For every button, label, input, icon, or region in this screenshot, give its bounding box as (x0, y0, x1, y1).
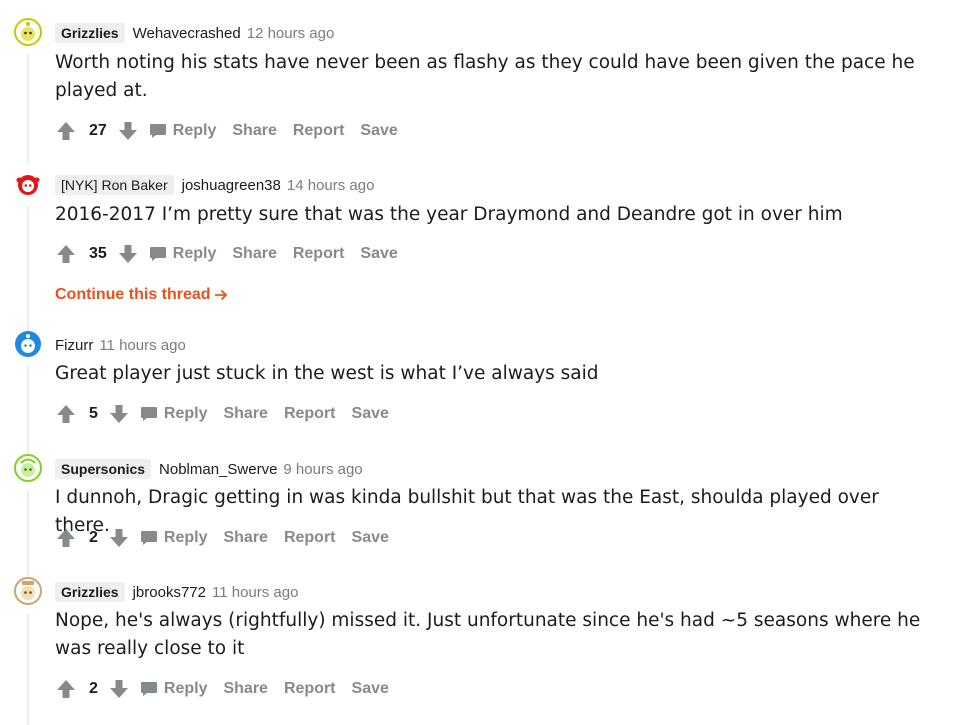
upvote-arrow-icon[interactable] (55, 678, 77, 700)
vote-score: 27 (89, 122, 107, 139)
reply-button[interactable]: Reply (139, 122, 217, 140)
upvote-arrow-icon[interactable] (55, 243, 77, 265)
avatar[interactable] (14, 18, 42, 46)
comment-body: 2016-2017 I’m pretty sure that was the y… (55, 204, 843, 225)
vote-score: 2 (89, 680, 98, 697)
timestamp[interactable]: 11 hours ago (99, 337, 185, 354)
reply-label: Reply (163, 405, 208, 422)
author-link[interactable]: jbrooks772 (133, 584, 206, 601)
reply-button[interactable]: Reply (139, 245, 217, 263)
reply-button[interactable]: Reply (130, 680, 208, 698)
save-button[interactable]: Save (352, 405, 389, 423)
save-button[interactable]: Save (352, 680, 389, 698)
comment-actions: 5 Reply Share Report Save (55, 401, 405, 427)
snoo-avatar-icon (15, 171, 41, 197)
comment-actions: 27 Reply Share Report Save (55, 118, 414, 144)
avatar[interactable] (14, 577, 42, 605)
snoo-avatar-icon (15, 331, 41, 357)
downvote-arrow-icon[interactable] (108, 678, 130, 700)
comment-bubble-icon (140, 407, 157, 421)
reply-button[interactable]: Reply (130, 529, 208, 547)
reply-label: Reply (172, 122, 217, 139)
report-button[interactable]: Report (284, 405, 336, 423)
timestamp[interactable]: 11 hours ago (212, 584, 298, 601)
thread-line[interactable] (27, 54, 29, 164)
timestamp[interactable]: 9 hours ago (283, 461, 362, 478)
thread-line[interactable] (27, 206, 29, 346)
reply-label: Reply (163, 529, 208, 546)
comment-body: Great player just stuck in the west is w… (55, 363, 599, 384)
share-button[interactable]: Share (223, 529, 267, 547)
author-link[interactable]: joshuagreen38 (182, 177, 281, 194)
snoo-avatar-icon (14, 18, 42, 46)
report-button[interactable]: Report (293, 245, 345, 263)
comment-actions: 35 Reply Share Report Save (55, 241, 414, 267)
downvote-arrow-icon[interactable] (108, 403, 130, 425)
save-button[interactable]: Save (352, 529, 389, 547)
comment-body: Worth noting his stats have never been a… (55, 52, 915, 101)
author-link[interactable]: Wehavecrashed (133, 25, 241, 42)
upvote-arrow-icon[interactable] (55, 403, 77, 425)
avatar[interactable] (14, 454, 42, 482)
comment-meta: Fizurr 11 hours ago (55, 334, 186, 356)
continue-thread-label: Continue this thread (55, 286, 211, 303)
reply-label: Reply (172, 245, 217, 262)
arrow-right-icon (214, 289, 227, 301)
comment-bubble-icon (140, 682, 157, 696)
timestamp[interactable]: 14 hours ago (287, 177, 375, 194)
comment-meta: Grizzlies Wehavecrashed 12 hours ago (55, 22, 334, 44)
thread-line[interactable] (27, 490, 29, 588)
upvote-arrow-icon[interactable] (55, 527, 77, 549)
downvote-arrow-icon[interactable] (108, 527, 130, 549)
report-button[interactable]: Report (284, 680, 336, 698)
report-button[interactable]: Report (293, 122, 345, 140)
comment-meta: Grizzlies jbrooks772 11 hours ago (55, 581, 298, 603)
thread-line[interactable] (27, 613, 29, 725)
save-button[interactable]: Save (360, 245, 397, 263)
avatar[interactable] (14, 170, 42, 198)
share-button[interactable]: Share (232, 122, 276, 140)
user-flair: Supersonics (55, 459, 152, 479)
timestamp[interactable]: 12 hours ago (247, 25, 335, 42)
user-flair: Grizzlies (55, 582, 125, 602)
user-flair: [NYK] Ron Baker (55, 175, 174, 195)
snoo-avatar-icon (14, 454, 42, 482)
continue-thread-link[interactable]: Continue this thread (55, 286, 228, 304)
comment-meta: [NYK] Ron Baker joshuagreen38 14 hours a… (55, 174, 374, 196)
comment-actions: 2 Reply Share Report Save (55, 676, 405, 702)
share-button[interactable]: Share (223, 405, 267, 423)
comment-bubble-icon (149, 247, 166, 261)
comment-meta: Supersonics Noblman_Swerve 9 hours ago (55, 458, 363, 480)
share-button[interactable]: Share (232, 245, 276, 263)
snoo-avatar-icon (14, 577, 42, 605)
author-link[interactable]: Noblman_Swerve (159, 461, 277, 478)
save-button[interactable]: Save (360, 122, 397, 140)
upvote-arrow-icon[interactable] (55, 120, 77, 142)
user-flair: Grizzlies (55, 23, 125, 43)
report-button[interactable]: Report (284, 529, 336, 547)
author-link[interactable]: Fizurr (55, 337, 93, 354)
comment-bubble-icon (140, 531, 157, 545)
comment-bubble-icon (149, 124, 166, 138)
vote-score: 2 (89, 529, 98, 546)
downvote-arrow-icon[interactable] (117, 120, 139, 142)
avatar[interactable] (14, 330, 42, 358)
vote-score: 35 (89, 245, 107, 262)
share-button[interactable]: Share (223, 680, 267, 698)
reply-button[interactable]: Reply (130, 405, 208, 423)
vote-score: 5 (89, 405, 98, 422)
downvote-arrow-icon[interactable] (117, 243, 139, 265)
comment-actions: 2 Reply Share Report Save (55, 525, 405, 551)
thread-line[interactable] (27, 366, 29, 464)
reply-label: Reply (163, 680, 208, 697)
comment-body: Nope, he's always (rightfully) missed it… (55, 610, 921, 659)
